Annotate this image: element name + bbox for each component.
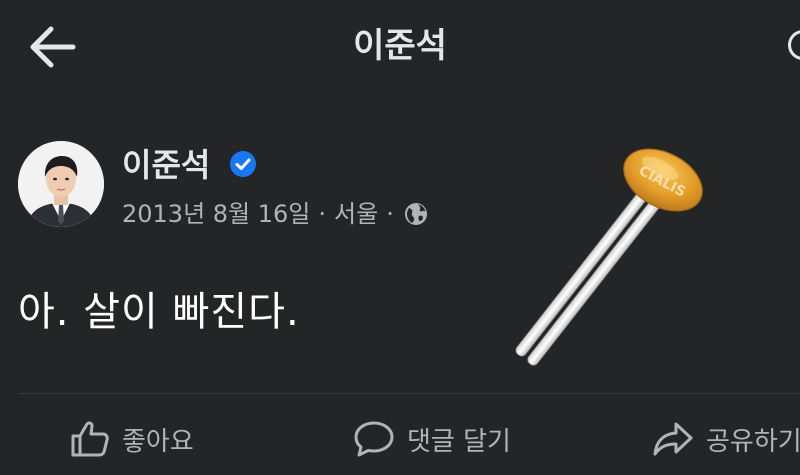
like-label: 좋아요 <box>122 426 194 457</box>
comment-label: 댓글 달기 <box>407 426 511 457</box>
pill-sticker-image: CIALIS <box>515 148 703 366</box>
comment-button[interactable]: 댓글 달기 <box>353 414 511 464</box>
divider <box>18 393 800 394</box>
post-body-text: 아. 살이 빠진다. <box>18 289 300 335</box>
like-button[interactable]: 좋아요 <box>70 414 194 464</box>
share-label: 공유하기 <box>706 426 800 457</box>
author-name[interactable]: 이준석 <box>122 144 210 186</box>
thumbs-up-icon <box>71 421 109 457</box>
share-button[interactable]: 공유하기 <box>652 414 800 464</box>
page-title: 이준석 <box>353 26 447 66</box>
post-location[interactable]: 서울 <box>334 197 378 231</box>
comment-bubble-icon <box>354 421 394 457</box>
share-arrow-icon <box>653 422 693 456</box>
profile-photo <box>18 141 104 227</box>
avatar[interactable] <box>18 141 104 227</box>
meta-separator: · <box>318 200 327 228</box>
meta-separator: · <box>386 200 394 228</box>
post-date[interactable]: 2013년 8월 16일 <box>122 197 310 231</box>
post-detail-screen: 이준석 이준석 2013년 8월 16일 · 서울 · 아. 살이 빠진다. C… <box>0 0 800 475</box>
verified-badge-icon <box>230 151 256 177</box>
post-meta: 2013년 8월 16일 · 서울 · <box>122 197 428 231</box>
globe-icon[interactable] <box>404 202 428 226</box>
top-bar: 이준석 <box>0 0 800 100</box>
